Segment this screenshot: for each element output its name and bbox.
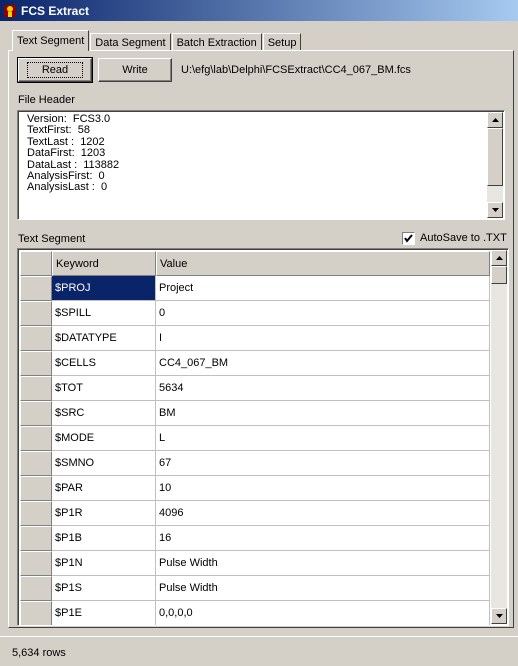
table-row[interactable]: $P1S Pulse Width — [20, 576, 490, 601]
row-count: 5,634 rows — [12, 647, 66, 659]
table-row[interactable]: $SMNO 67 — [20, 451, 490, 476]
write-button-label: Write — [122, 64, 148, 76]
table-row[interactable]: $P1B 16 — [20, 526, 490, 551]
row-indicator-cell[interactable] — [20, 501, 52, 526]
value-cell[interactable]: 16 — [156, 526, 490, 551]
keyword-cell[interactable]: $P1N — [52, 551, 156, 576]
value-cell[interactable]: I — [156, 326, 490, 351]
keyword-cell[interactable]: $SRC — [52, 401, 156, 426]
tab-data-segment[interactable]: Data Segment — [90, 33, 171, 51]
row-indicator-cell[interactable] — [20, 276, 52, 301]
value-cell[interactable]: 10 — [156, 476, 490, 501]
grid-body: Keyword Value $PROJ Project $SPILL 0 $DATATY… — [20, 251, 490, 625]
header-line: AnalysisLast : 0 — [27, 181, 108, 194]
value-cell[interactable]: 0,0,0,0 — [156, 601, 490, 625]
keyword-cell[interactable]: $P1E — [52, 601, 156, 625]
table-row[interactable]: $SRC BM — [20, 401, 490, 426]
keyword-cell[interactable]: $PAR — [52, 476, 156, 501]
value-cell[interactable]: 4096 — [156, 501, 490, 526]
value-cell[interactable]: Pulse Width — [156, 576, 490, 601]
keyword-cell[interactable]: $P1S — [52, 576, 156, 601]
write-button[interactable]: Write — [98, 58, 172, 82]
row-indicator-cell[interactable] — [20, 576, 52, 601]
row-indicator-cell[interactable] — [20, 451, 52, 476]
row-indicator-cell[interactable] — [20, 426, 52, 451]
grid-header-row: Keyword Value — [20, 251, 490, 276]
header-line: DataFirst: 1203 — [27, 147, 106, 160]
keyword-cell[interactable]: $SMNO — [52, 451, 156, 476]
row-indicator-cell[interactable] — [20, 301, 52, 326]
row-indicator-cell[interactable] — [20, 601, 52, 625]
keyword-column-header[interactable]: Keyword — [52, 251, 156, 276]
scroll-down-button[interactable] — [487, 202, 503, 218]
autosave-checkbox[interactable] — [402, 232, 415, 245]
table-row[interactable]: $P1N Pulse Width — [20, 551, 490, 576]
table-row[interactable]: $P1R 4096 — [20, 501, 490, 526]
tab-text-segment[interactable]: Text Segment — [12, 30, 90, 51]
table-row[interactable]: $MODE L — [20, 426, 490, 451]
value-cell[interactable]: CC4_067_BM — [156, 351, 490, 376]
keyword-cell[interactable]: $DATATYPE — [52, 326, 156, 351]
grid-scroll-up-button[interactable] — [491, 250, 507, 266]
file-header-memo[interactable]: Version: FCS3.0 TextFirst: 58 TextLast : 1… — [17, 110, 505, 220]
memo-scrollbar[interactable] — [487, 112, 503, 218]
value-cell[interactable]: 67 — [156, 451, 490, 476]
arrow-down-icon — [491, 208, 499, 212]
row-indicator-cell[interactable] — [20, 401, 52, 426]
grid-scroll-thumb[interactable] — [491, 266, 507, 284]
arrow-up-icon — [491, 118, 499, 122]
file-header-text: Version: FCS3.0 TextFirst: 58 TextLast : 1… — [27, 113, 119, 194]
row-indicator-cell[interactable] — [20, 326, 52, 351]
keyword-cell[interactable]: $MODE — [52, 426, 156, 451]
keyword-cell[interactable]: $P1B — [52, 526, 156, 551]
value-cell[interactable]: Pulse Width — [156, 551, 490, 576]
row-indicator-cell[interactable] — [20, 551, 52, 576]
checkmark-icon — [404, 234, 413, 243]
scroll-thumb[interactable] — [487, 128, 503, 186]
table-row[interactable]: $PROJ Project — [20, 276, 490, 301]
arrow-up-icon — [495, 256, 503, 260]
value-column-header[interactable]: Value — [156, 251, 490, 276]
keyword-cell[interactable]: $PROJ — [52, 276, 156, 301]
keyword-cell[interactable]: $CELLS — [52, 351, 156, 376]
value-cell[interactable]: Project — [156, 276, 490, 301]
grid-scrollbar[interactable] — [491, 250, 507, 624]
text-segment-label: Text Segment — [18, 233, 86, 245]
arrow-down-icon — [495, 614, 503, 618]
text-segment-grid[interactable]: Keyword Value $PROJ Project $SPILL 0 $DATATY… — [17, 248, 509, 626]
row-indicator-cell[interactable] — [20, 526, 52, 551]
value-cell[interactable]: 5634 — [156, 376, 490, 401]
table-row[interactable]: $CELLS CC4_067_BM — [20, 351, 490, 376]
title-bar: FCS Extract — [0, 0, 518, 21]
keyword-cell[interactable]: $SPILL — [52, 301, 156, 326]
table-row[interactable]: $P1E 0,0,0,0 — [20, 601, 490, 625]
row-indicator-cell[interactable] — [20, 351, 52, 376]
autosave-label[interactable]: AutoSave to .TXT — [420, 232, 507, 244]
row-indicator-cell[interactable] — [20, 376, 52, 401]
read-button-label: Read — [26, 62, 84, 78]
keyword-cell[interactable]: $TOT — [52, 376, 156, 401]
table-row[interactable]: $PAR 10 — [20, 476, 490, 501]
row-indicator-cell[interactable] — [20, 476, 52, 501]
value-cell[interactable]: L — [156, 426, 490, 451]
tab-batch-extraction[interactable]: Batch Extraction — [171, 33, 262, 51]
value-cell[interactable]: 0 — [156, 301, 490, 326]
file-header-label: File Header — [18, 94, 75, 106]
window-title: FCS Extract — [21, 3, 90, 18]
grid-scroll-down-button[interactable] — [491, 608, 507, 624]
tab-setup[interactable]: Setup — [262, 33, 302, 51]
value-cell[interactable]: BM — [156, 401, 490, 426]
file-path: U:\efg\lab\Delphi\FCSExtract\CC4_067_BM.… — [181, 64, 411, 76]
read-button[interactable]: Read — [17, 57, 93, 83]
grid-corner-cell — [20, 251, 52, 276]
flow-cytometer-icon — [3, 4, 17, 18]
table-row[interactable]: $DATATYPE I — [20, 326, 490, 351]
scroll-up-button[interactable] — [487, 112, 503, 128]
table-row[interactable]: $SPILL 0 — [20, 301, 490, 326]
table-row[interactable]: $TOT 5634 — [20, 376, 490, 401]
status-bar: 5,634 rows — [0, 636, 518, 666]
keyword-cell[interactable]: $P1R — [52, 501, 156, 526]
tab-bar: Text Segment Data Segment Batch Extracti… — [12, 30, 302, 51]
